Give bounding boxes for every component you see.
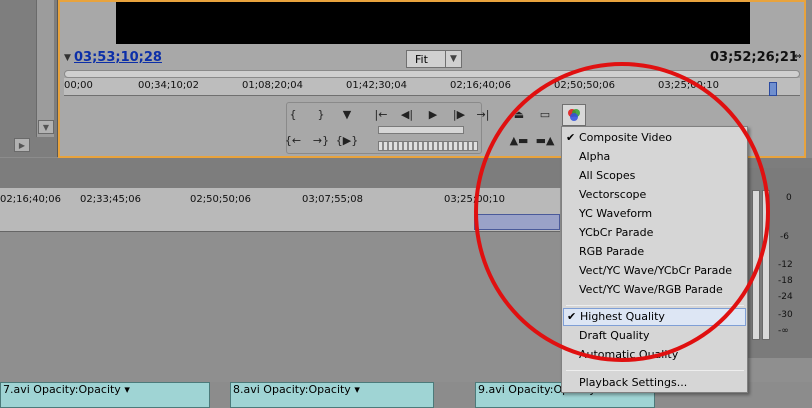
meter-label: -18 [778,276,793,286]
safe-margins-icon[interactable]: ▭ [534,104,556,124]
mark-in-icon[interactable]: { [282,104,304,124]
playhead-marker[interactable] [769,82,777,96]
menu-item-label: Alpha [579,150,611,163]
ruler-tick: 01;08;20;04 [242,80,304,91]
play-icon[interactable]: ▶ [422,104,444,124]
ruler-tick: 00;00 [64,80,93,91]
sequence-ruler-tick: 02;16;40;06 [0,194,62,205]
ruler-zoom-bar[interactable] [64,70,800,78]
go-to-in-icon[interactable]: {← [282,130,304,150]
menu-item-ycbcr-parade[interactable]: YCbCr Parade [563,224,746,242]
step-forward-icon[interactable]: |▶ [448,104,470,124]
zoom-fit-label: Fit [415,52,428,66]
sequence-ruler-tick: 03;07;55;08 [302,194,364,205]
menu-item-vect-yc-ycbcr[interactable]: Vect/YC Wave/YCbCr Parade [563,262,746,280]
sequence-ruler-tick: 03;25;00;10 [444,194,506,205]
lift-icon[interactable]: ⏏ [508,104,530,124]
menu-item-label: Automatic Quality [579,348,679,361]
audio-meter-left [752,190,760,340]
audio-meter-right [762,190,770,340]
menu-item-rgb-parade[interactable]: RGB Parade [563,243,746,261]
menu-separator [566,305,744,306]
menu-separator [566,370,744,371]
jog-slider[interactable] [378,126,464,134]
meter-label: -∞ [778,326,789,336]
menu-item-draft-quality[interactable]: Draft Quality [563,327,746,345]
menu-item-label: Composite Video [579,131,673,144]
left-panel-scrollbar[interactable]: ▼ [36,0,54,137]
menu-item-playback-settings[interactable]: Playback Settings... [563,374,746,392]
meter-label: -24 [778,292,793,302]
check-icon: ✔ [566,131,576,144]
menu-item-label: Draft Quality [579,329,650,342]
menu-item-label: Vect/YC Wave/RGB Parade [579,283,723,296]
menu-item-highest-quality[interactable]: ✔ Highest Quality [563,308,746,326]
rgb-circles-icon [568,109,580,121]
menu-item-label: YC Waveform [579,207,653,220]
menu-item-label: Vect/YC Wave/YCbCr Parade [579,264,733,277]
menu-item-label: Vectorscope [579,188,647,201]
clip-menu-icon[interactable]: ▾ [121,383,130,396]
ruler-tick: 02;50;50;06 [554,80,616,91]
sequence-ruler-tick: 02;33;45;06 [80,194,142,205]
set-marker-icon[interactable]: ▼ [336,104,358,124]
meter-label: -6 [780,232,789,242]
ruler-tick: 00;34;10;02 [138,80,200,91]
go-to-out-icon[interactable]: →} [310,130,332,150]
clip[interactable]: 7.avi Opacity:Opacity ▾ [0,382,210,408]
menu-item-label: RGB Parade [579,245,645,258]
menu-item-label: All Scopes [579,169,636,182]
trim-right-icon[interactable]: ▬▲ [534,130,556,150]
check-icon: ✔ [567,310,577,323]
menu-item-label: Highest Quality [580,310,665,323]
video-preview [116,2,750,44]
menu-item-label: Playback Settings... [579,376,688,389]
current-timecode[interactable]: 03;53;10;28 [74,50,162,65]
time-ruler[interactable]: 00;00 00;34;10;02 01;08;20;04 01;42;30;0… [64,78,800,96]
menu-item-yc-waveform[interactable]: YC Waveform [563,205,746,223]
step-back-icon[interactable]: ◀| [396,104,418,124]
play-in-to-out-icon[interactable]: {▶} [336,130,358,150]
step-back-edit-icon[interactable]: |← [370,104,392,124]
menu-item-label: YCbCr Parade [579,226,654,239]
clip-label: 7.avi Opacity:Opacity [3,383,121,396]
ruler-tick: 01;42;30;04 [346,80,408,91]
ruler-tick: 03;25;00;10 [658,80,720,91]
mark-out-icon[interactable]: } [310,104,332,124]
duration-timecode: 03;52;26;21 [710,50,798,65]
scroll-down-button[interactable]: ▼ [38,120,54,134]
clip[interactable]: 8.avi Opacity:Opacity ▾ [230,382,434,408]
meter-label: -12 [778,260,793,270]
menu-item-composite-video[interactable]: ✔ Composite Video [563,129,746,147]
trim-left-icon[interactable]: ▲▬ [508,130,530,150]
panel-expand-button[interactable]: ▶ [14,138,30,152]
menu-item-all-scopes[interactable]: All Scopes [563,167,746,185]
clip-menu-icon[interactable]: ▾ [351,383,360,396]
ruler-zoom-icon[interactable]: ⇔ [794,52,802,62]
timecode-menu-arrow-icon[interactable]: ▼ [64,53,71,63]
step-forward-edit-icon[interactable]: →| [472,104,494,124]
menu-item-vectorscope[interactable]: Vectorscope [563,186,746,204]
ruler-tick: 02;16;40;06 [450,80,512,91]
sequence-ruler-tick: 02;50;50;06 [190,194,252,205]
menu-item-vect-yc-rgb[interactable]: Vect/YC Wave/RGB Parade [563,281,746,299]
chevron-down-icon: ▼ [445,51,461,67]
work-area-bar[interactable] [474,214,560,230]
menu-item-automatic-quality[interactable]: Automatic Quality [563,346,746,364]
meter-label: -30 [778,310,793,320]
meter-label: 0 [786,193,792,203]
menu-item-alpha[interactable]: Alpha [563,148,746,166]
zoom-fit-select[interactable]: Fit ▼ [406,50,462,68]
clip-label: 8.avi Opacity:Opacity [233,383,351,396]
shuttle-control[interactable] [378,141,478,151]
output-color-icon[interactable] [562,104,586,126]
output-menu: ✔ Composite Video Alpha All Scopes Vecto… [561,126,748,393]
